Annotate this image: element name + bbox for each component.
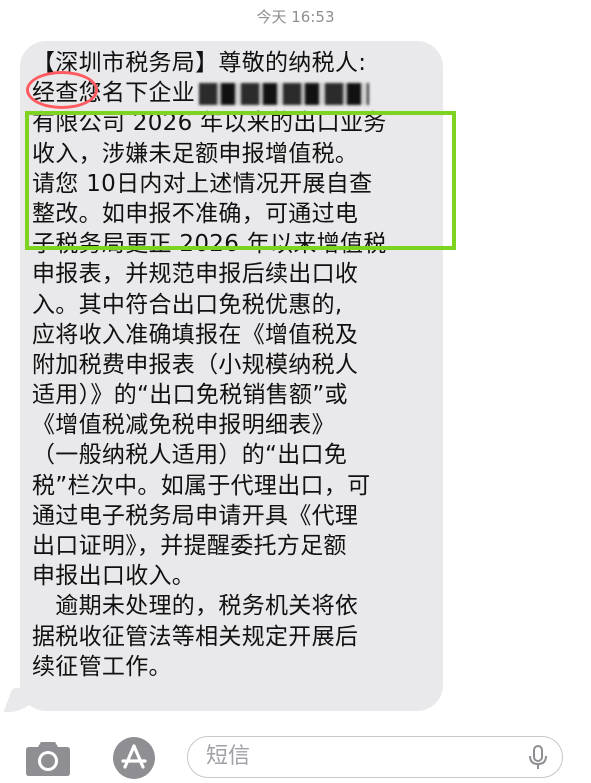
- redacted-company-name: [199, 82, 370, 105]
- message-line: （一般纳税人适用）的“出口免: [32, 442, 348, 469]
- message-input-placeholder: 短信: [206, 744, 251, 769]
- green-highlight-box: [25, 111, 456, 250]
- message-line: 《增值税减免税申报明细表》: [32, 412, 335, 439]
- message-line: 申报出口收入。: [32, 563, 196, 590]
- message-line: 应将收入准确填报在《增值税及: [32, 321, 359, 348]
- message-line: 出口证明》，并提醒委托方足额: [32, 533, 347, 559]
- message-line: 续征管工作。: [32, 653, 172, 680]
- message-line: 适用）》的“出口免税销售额”或: [32, 382, 348, 409]
- composer-bar: 短信: [0, 728, 591, 780]
- message-line: 入。其中符合出口免税优惠的,: [32, 291, 343, 318]
- app-store-icon: [121, 744, 147, 769]
- message-line: 附加税费申报表（小规模纳税人: [32, 351, 359, 378]
- app-store-button[interactable]: [113, 737, 155, 779]
- message-line: 税”栏次中。如属于代理出口，可: [32, 472, 371, 499]
- camera-button[interactable]: [22, 740, 74, 778]
- message-line: 申报表，并规范申报后续出口收: [32, 261, 359, 288]
- camera-icon: [26, 742, 70, 776]
- message-input[interactable]: 短信: [187, 736, 563, 778]
- message-line: 通过电子税务局申请开具《代理: [32, 502, 359, 529]
- message-line: 【深圳市税务局】尊敬的纳税人:: [32, 50, 367, 76]
- red-circle-annotation: [26, 71, 98, 109]
- microphone-icon[interactable]: [528, 745, 548, 771]
- message-line: 逾期未处理的，税务机关将依: [32, 593, 359, 620]
- timestamp: 今天 16:53: [256, 8, 335, 26]
- message-line: 据税收征管法等相关规定开展后: [32, 623, 359, 650]
